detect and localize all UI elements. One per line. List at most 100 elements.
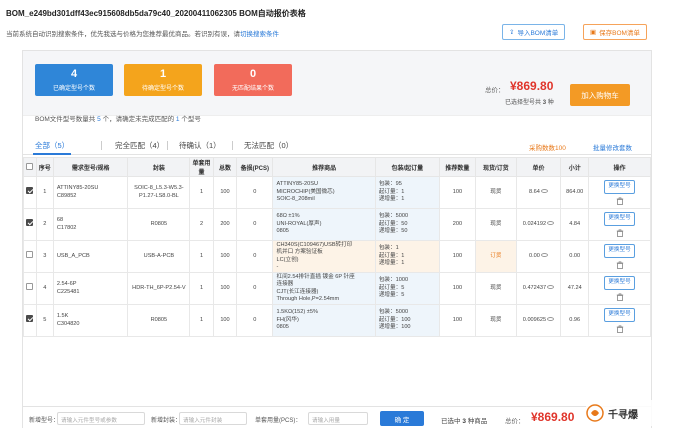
recommend-line: 68Ω ±1% — [276, 213, 300, 220]
trash-icon[interactable] — [616, 325, 624, 333]
tab-no-match[interactable]: 无法匹配（0） — [244, 140, 293, 151]
recommend-line: Through Hole,P=2.54mm — [276, 295, 340, 302]
loss-cell[interactable]: 0 — [236, 240, 274, 273]
subtotal-cell: 0.00 — [560, 240, 590, 273]
eye-icon[interactable] — [547, 285, 555, 290]
recommend-line: SOIC-8_208mil — [276, 196, 315, 203]
total-cell: 200 — [212, 208, 238, 241]
change-model-button[interactable]: 更换型号 — [604, 212, 635, 226]
recommend-line: UNI-ROYAL(厚声) — [276, 220, 322, 227]
price-cell: 0.472437 — [515, 272, 562, 305]
page-title: BOM_e249bd301dff43ec915608db5da79c40_202… — [6, 9, 306, 18]
unit-qty-cell[interactable]: 1 — [189, 240, 214, 273]
row-checkbox[interactable] — [23, 304, 37, 337]
subtotal-cell: 47.24 — [560, 272, 590, 305]
row-checkbox[interactable] — [23, 208, 37, 241]
row-index: 3 — [35, 240, 54, 273]
subtotal-cell: 864.00 — [560, 176, 590, 209]
trash-icon[interactable] — [616, 229, 624, 237]
unit-qty-cell[interactable]: 2 — [189, 208, 214, 241]
eye-icon[interactable] — [547, 221, 555, 226]
total-cell: 100 — [212, 240, 238, 273]
row-checkbox[interactable] — [23, 176, 37, 209]
import-bom-button[interactable]: ⇪ 导入BOM清单 — [502, 24, 566, 40]
spec-cell: 1.5K C304820 — [52, 304, 129, 337]
new-model-input[interactable]: 请输入元件型号或参数 — [57, 412, 145, 425]
trash-icon[interactable] — [616, 197, 624, 205]
card-nomatch[interactable]: 0 无匹配结果个数 — [214, 64, 292, 96]
change-model-button[interactable]: 更换型号 — [604, 180, 635, 194]
eye-icon[interactable] — [547, 317, 555, 322]
recommend-line: 0805 — [276, 324, 289, 331]
watermark-logo-icon — [586, 404, 604, 422]
stock-cell: 现货 — [475, 176, 517, 209]
confirm-button[interactable]: 确 定 — [380, 411, 424, 426]
package-cell: R0805 — [127, 304, 191, 337]
recommend-line: MICROCHIP(美国微芯) — [276, 188, 335, 195]
recommend-cell[interactable]: 杠间2.54排针直插 镀金 6P 针座 连接器 CJT(长江连接器) Through … — [272, 272, 376, 305]
change-model-button[interactable]: 更换型号 — [604, 276, 635, 290]
pack-line: 包装：1000 — [378, 277, 409, 284]
purchase-qty[interactable]: 采购数数100 — [529, 142, 566, 152]
action-cell: 更换型号 — [588, 272, 651, 305]
loss-cell[interactable]: 0 — [236, 208, 274, 241]
card-pending[interactable]: 1 待确定型号个数 — [124, 64, 202, 96]
trash-icon[interactable] — [616, 261, 624, 269]
recommend-cell[interactable]: CH340S(C109467)USB转打印 机并口 方案验证板 LC(立创) - — [272, 240, 376, 273]
card-confirmed[interactable]: 4 已确定型号个数 — [35, 64, 113, 96]
watermark: 千寻爆 — [586, 400, 676, 426]
trash-icon[interactable] — [616, 293, 624, 301]
bom-panel: 4 已确定型号个数 1 待确定型号个数 0 无匹配结果个数 总价： ¥869.8… — [22, 50, 652, 428]
spec-cell: 2.54-6P C225481 — [52, 272, 129, 305]
unit-qty-cell[interactable]: 1 — [189, 304, 214, 337]
select-all-header[interactable] — [23, 157, 37, 177]
pack-line: 递增量：5 — [378, 292, 405, 299]
batch-edit-link[interactable]: 批量修改套数 — [593, 142, 632, 152]
loss-cell[interactable]: 0 — [236, 272, 274, 305]
eye-icon[interactable] — [540, 253, 548, 258]
package-cell: USB-A-PCB — [127, 240, 191, 273]
recommend-line: 机并口 方案验证板 — [276, 249, 323, 256]
switch-search-link[interactable]: 切换搜索条件 — [240, 31, 279, 38]
recommend-cell[interactable]: 1.5KΩ(152) ±5% FH(风华) 0805 — [272, 304, 376, 337]
change-model-button[interactable]: 更换型号 — [604, 308, 635, 322]
recommend-cell[interactable]: 68Ω ±1% UNI-ROYAL(厚声) 0805 — [272, 208, 376, 241]
unit-qty-cell[interactable]: 1 — [189, 272, 214, 305]
selected-count-text: 已选择型号共 3 种 — [505, 100, 554, 106]
action-cell: 更换型号 — [588, 208, 651, 241]
package-cell: HDR-TH_6P-P2.54-V — [127, 272, 191, 305]
row-checkbox[interactable] — [23, 240, 37, 273]
filter-tabs: 全部（5） 完全匹配（4） 待确认（1） 无法匹配（0） 采购数数100 批量修… — [23, 135, 651, 155]
summary-bar: 4 已确定型号个数 1 待确定型号个数 0 无匹配结果个数 总价： ¥869.8… — [23, 51, 651, 116]
unit-qty-cell[interactable]: 1 — [189, 176, 214, 209]
save-bom-button[interactable]: ▣ 保存BOM清单 — [583, 24, 647, 40]
table-row: 3 USB_A_PCB USB-A-PCB 1 100 0 CH340S(C10… — [23, 240, 651, 273]
recommend-line: 连接器 — [276, 281, 294, 288]
recommend-line: 0805 — [276, 228, 289, 235]
action-cell: 更换型号 — [588, 176, 651, 209]
recommend-cell[interactable]: ATTINY85-20SU MICROCHIP(美国微芯) SOIC-8_208mi… — [272, 176, 376, 209]
tab-full-match[interactable]: 完全匹配（4） — [115, 140, 164, 151]
new-package-input[interactable]: 请输入元件封装 — [179, 412, 247, 425]
loss-cell[interactable]: 0 — [236, 176, 274, 209]
loss-cell[interactable]: 0 — [236, 304, 274, 337]
tab-pending[interactable]: 待确认（1） — [179, 140, 221, 151]
row-checkbox[interactable] — [23, 272, 37, 305]
total-cell: 100 — [212, 304, 238, 337]
pack-line: 包装：5000 — [378, 309, 409, 316]
unit-qty-input[interactable]: 请输入用量 — [308, 412, 368, 425]
recommend-line: 1.5KΩ(152) ±5% — [276, 309, 318, 316]
recommend-qty-cell: 100 — [438, 176, 477, 209]
change-model-button[interactable]: 更换型号 — [604, 244, 635, 258]
tab-all[interactable]: 全部（5） — [32, 140, 72, 155]
spec-cell: USB_A_PCB — [52, 240, 129, 273]
stock-cell: 现货 — [475, 304, 517, 337]
recommend-line: - — [276, 263, 279, 270]
eye-icon[interactable] — [540, 189, 548, 194]
bom-table: 序号 需求型号/规格 封装 单套用量 总数 备损(PCS) 推荐商品 包装/起订… — [23, 157, 651, 337]
pack-cell: 包装：1 起订量：1 递增量：1 — [374, 240, 440, 273]
price-cell: 0.009625 — [515, 304, 562, 337]
pack-cell: 包装：5000 起订量：50 递增量：50 — [374, 208, 440, 241]
total-label: 总价： — [485, 87, 505, 94]
add-to-cart-button[interactable]: 加入购物车 — [570, 84, 630, 106]
